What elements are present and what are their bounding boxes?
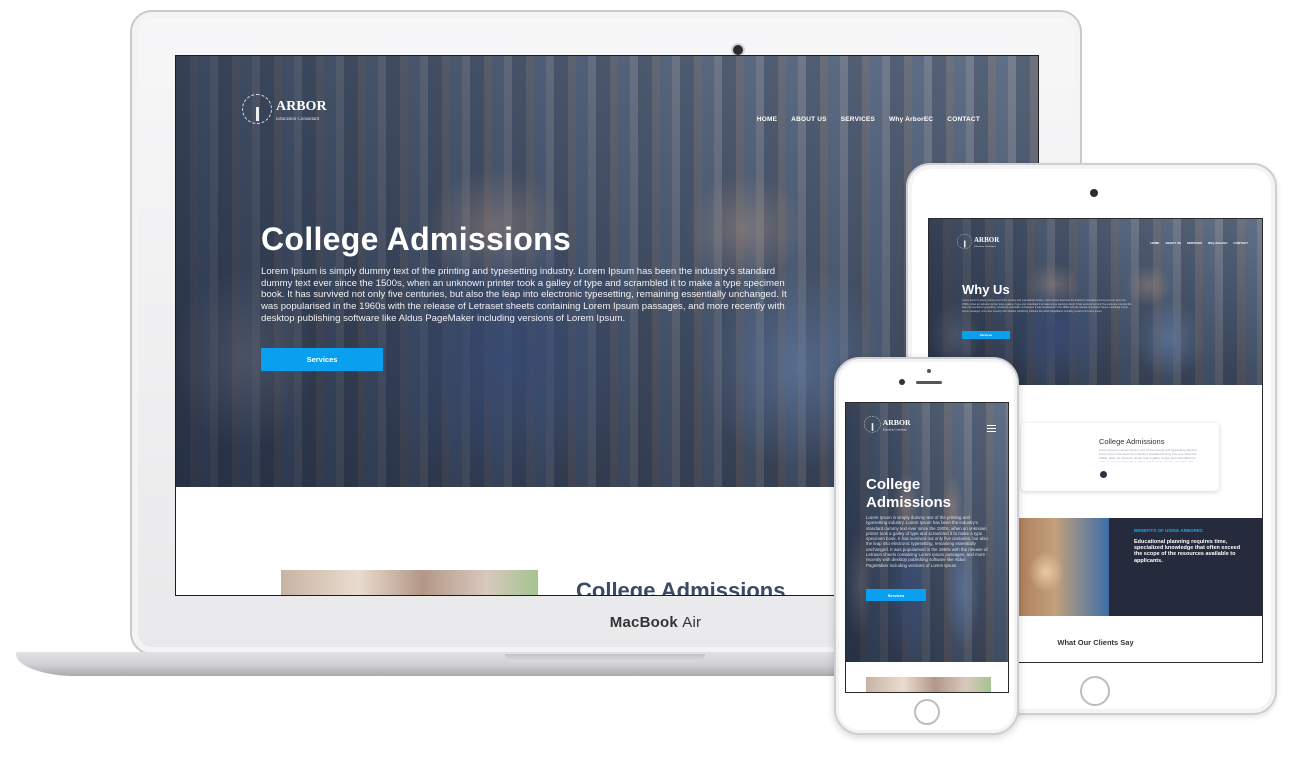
nav-contact[interactable]: CONTACT: [947, 116, 980, 123]
hamburger-menu-icon[interactable]: [987, 425, 996, 432]
iphone-speaker: [916, 381, 942, 384]
ipad-brand-logo[interactable]: ARBOR Education Consultant: [957, 234, 999, 249]
ipad-card-text: Lorem Ipsum is simply dummy text of the …: [1099, 448, 1198, 462]
ipad-nav-home[interactable]: HOME: [1150, 241, 1159, 245]
macbook-label-bold: MacBook: [609, 614, 678, 631]
nav-home[interactable]: HOME: [757, 116, 777, 123]
hero-title: College Admissions: [261, 221, 572, 257]
services-button[interactable]: Services: [261, 348, 383, 371]
arbor-tree-logo-icon: [242, 94, 272, 124]
arbor-tree-logo-icon: [864, 416, 881, 433]
ipad-logo-wordmark: ARBOR Education Consultant: [974, 235, 999, 248]
section-photo: [281, 570, 538, 595]
logo-wordmark: ARBOR Education Consultant: [276, 97, 327, 122]
iphone-brand-logo[interactable]: ARBOR Education Consultant: [864, 416, 911, 433]
ipad-hero-title: Why Us: [962, 282, 1010, 297]
iphone-screen: ARBOR Education Consultant College Admis…: [845, 402, 1009, 693]
ipad-benefits-label: BENEFITS OF USING ARBOREC: [1134, 528, 1204, 533]
arbor-tree-logo-icon: [957, 234, 972, 249]
iphone-device: ARBOR Education Consultant College Admis…: [834, 357, 1019, 735]
ipad-nav-why-arborec[interactable]: Why ArborEC: [1208, 241, 1227, 245]
logo-tagline: Education Consultant: [276, 116, 320, 122]
ipad-camera: [1090, 189, 1098, 197]
ipad-nav-services[interactable]: SERVICES: [1187, 241, 1202, 245]
iphone-services-button[interactable]: Services: [866, 589, 926, 601]
ipad-services-button[interactable]: Services: [962, 331, 1010, 339]
iphone-hero-body: Lorem Ipsum is simply dummy text of the …: [866, 515, 988, 568]
iphone-hero: ARBOR Education Consultant College Admis…: [846, 403, 1008, 662]
logo-name: ARBOR: [276, 98, 327, 114]
iphone-hero-title: College Admissions: [866, 476, 952, 511]
ipad-home-button[interactable]: [1080, 676, 1110, 706]
ipad-logo-name: ARBOR: [974, 236, 1000, 244]
macbook-camera: [733, 45, 743, 55]
main-nav: HOME ABOUT US SERVICES Why ArborEC CONTA…: [757, 116, 980, 123]
ipad-card-arrow-icon[interactable]: [1100, 471, 1107, 478]
iphone-sensor: [927, 369, 931, 373]
nav-about-us[interactable]: ABOUT US: [791, 116, 827, 123]
iphone-home-button[interactable]: [914, 699, 940, 725]
section-title: College Admissions: [576, 578, 786, 596]
ipad-benefits-headline: Educational planning requires time, spec…: [1134, 539, 1241, 564]
ipad-card-title: College Admissions: [1099, 437, 1165, 446]
iphone-section-photo: [866, 677, 991, 692]
iphone-camera: [899, 379, 905, 385]
nav-services[interactable]: SERVICES: [841, 116, 875, 123]
macbook-notch: [505, 654, 705, 662]
iphone-logo-tagline: Education Consultant: [882, 428, 907, 432]
iphone-logo-name: ARBOR: [882, 418, 911, 427]
ipad-logo-tagline: Education Consultant: [974, 245, 996, 248]
nav-why-arborec[interactable]: Why ArborEC: [889, 116, 933, 123]
ipad-nav-contact[interactable]: CONTACT: [1234, 241, 1248, 245]
macbook-label-light: Air: [682, 614, 702, 631]
ipad-hero-body: Lorem Ipsum is simply dummy text of the …: [962, 299, 1132, 313]
brand-logo[interactable]: ARBOR Education Consultant: [242, 94, 327, 124]
ipad-nav-about-us[interactable]: ABOUT US: [1165, 241, 1181, 245]
ipad-nav: HOME ABOUT US SERVICES Why ArborEC CONTA…: [1150, 241, 1248, 245]
iphone-logo-wordmark: ARBOR Education Consultant: [883, 417, 911, 431]
hero-body: Lorem Ipsum is simply dummy text of the …: [261, 266, 787, 324]
